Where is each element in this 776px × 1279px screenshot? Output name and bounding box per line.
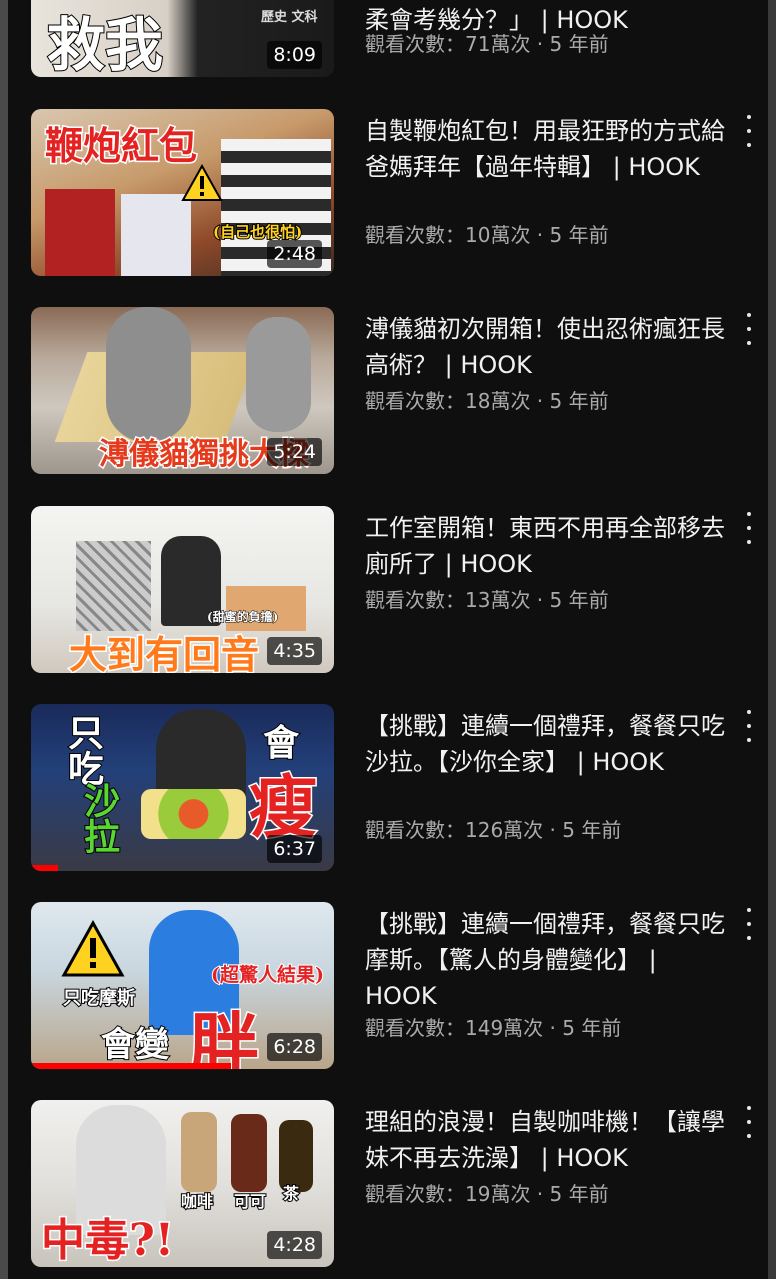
video-thumbnail[interactable]: 鞭炮紅包 (自己也很怕) 2:48 <box>31 109 334 276</box>
video-item[interactable]: 救我 歷史 文科 8:09 柔會考幾分？」 | HOOK 觀看次數：71萬次 ·… <box>0 0 776 80</box>
warning-icon <box>61 920 125 977</box>
thumbnail-caption: 沙拉 <box>77 781 121 855</box>
video-meta: 觀看次數：126萬次 · 5 年前 <box>365 818 622 842</box>
duration-badge: 6:37 <box>267 835 322 863</box>
video-thumbnail[interactable]: 救我 歷史 文科 8:09 <box>31 0 334 77</box>
video-item[interactable]: 只吃摩斯 會變 胖 (超驚人結果) 6:28 【挑戰】連續一個禮拜，餐餐只吃摩斯… <box>0 902 776 1072</box>
thumbnail-caption: 大到有回音 <box>67 631 260 674</box>
watch-progress-bar <box>31 1063 231 1069</box>
video-thumbnail[interactable]: 溥儀貓獨挑大樑 5:24 <box>31 307 334 474</box>
thumbnail-label: 可可 <box>233 1191 267 1212</box>
bottle-coffee <box>181 1112 217 1192</box>
person-figure <box>121 194 191 276</box>
thumbnail-caption-small: (甜蜜的負擔) <box>206 610 279 625</box>
video-title[interactable]: 自製鞭炮紅包！用最狂野的方式給爸媽拜年【過年特輯】 | HOOK <box>365 113 725 185</box>
duration-badge: 2:48 <box>267 240 322 268</box>
more-options-icon[interactable] <box>740 1106 758 1138</box>
video-thumbnail[interactable]: 只吃 沙拉 會 瘦 6:37 <box>31 704 334 871</box>
video-item[interactable]: 溥儀貓獨挑大樑 5:24 溥儀貓初次開箱！使出忍術瘋狂長高術？ | HOOK 觀… <box>0 307 776 477</box>
thumbnail-caption: 救我 <box>46 10 164 77</box>
thumbnail-caption: 中毒?! <box>39 1214 175 1268</box>
more-options-icon[interactable] <box>740 908 758 940</box>
thumbnail-caption: 鞭炮紅包 <box>43 122 198 170</box>
thumbnail-caption: 只吃 <box>61 713 105 787</box>
video-item[interactable]: 大到有回音 (甜蜜的負擔) 4:35 工作室開箱！東西不用再全部移去廁所了 | … <box>0 506 776 676</box>
chair-object <box>76 541 151 631</box>
video-item[interactable]: 鞭炮紅包 (自己也很怕) 2:48 自製鞭炮紅包！用最狂野的方式給爸媽拜年【過年… <box>0 109 776 279</box>
thumbnail-caption: 胖 <box>188 1003 261 1070</box>
salad-bowl <box>141 789 246 839</box>
duration-badge: 6:28 <box>267 1033 322 1061</box>
thumbnail-caption: 會變 <box>100 1024 170 1066</box>
thumbnail-label: 茶 <box>282 1183 300 1204</box>
video-thumbnail[interactable]: 大到有回音 (甜蜜的負擔) 4:35 <box>31 506 334 673</box>
more-options-icon[interactable] <box>740 115 758 147</box>
video-title[interactable]: 理組的浪漫！自製咖啡機！【讓學妹不再去洗澡】 | HOOK <box>365 1104 725 1176</box>
video-meta: 觀看次數：18萬次 · 5 年前 <box>365 389 609 413</box>
video-meta: 觀看次數：10萬次 · 5 年前 <box>365 223 609 247</box>
video-list: 救我 歷史 文科 8:09 柔會考幾分？」 | HOOK 觀看次數：71萬次 ·… <box>0 0 776 1279</box>
thumbnail-caption-small: 歷史 文科 <box>261 10 318 25</box>
thumbnail-caption-small: (自己也很怕) <box>212 222 303 242</box>
video-thumbnail[interactable]: 只吃摩斯 會變 胖 (超驚人結果) 6:28 <box>31 902 334 1069</box>
person-figure <box>45 189 115 276</box>
watch-progress-bar <box>31 865 59 871</box>
thumbnail-caption: 只吃摩斯 <box>62 987 136 1010</box>
video-item[interactable]: 咖啡 可可 茶 中毒?! 4:28 理組的浪漫！自製咖啡機！【讓學妹不再去洗澡】… <box>0 1100 776 1270</box>
video-meta: 觀看次數：13萬次 · 5 年前 <box>365 588 609 612</box>
duration-badge: 8:09 <box>267 41 322 69</box>
cat-figure <box>246 317 311 432</box>
video-meta: 觀看次數：19萬次 · 5 年前 <box>365 1182 609 1206</box>
duration-badge: 4:28 <box>267 1231 322 1259</box>
video-title[interactable]: 工作室開箱！東西不用再全部移去廁所了 | HOOK <box>365 510 725 582</box>
warning-icon <box>181 164 223 201</box>
video-title[interactable]: 溥儀貓初次開箱！使出忍術瘋狂長高術？ | HOOK <box>365 311 725 383</box>
more-options-icon[interactable] <box>740 512 758 544</box>
thumbnail-label: 咖啡 <box>180 1191 214 1212</box>
video-meta: 觀看次數：71萬次 · 5 年前 <box>365 32 609 56</box>
video-meta: 觀看次數：149萬次 · 5 年前 <box>365 1016 622 1040</box>
video-title[interactable]: 【挑戰】連續一個禮拜，餐餐只吃沙拉。【沙你全家】 | HOOK <box>365 708 725 780</box>
more-options-icon[interactable] <box>740 710 758 742</box>
video-title[interactable]: 【挑戰】連續一個禮拜，餐餐只吃摩斯。【驚人的身體變化】 | HOOK <box>365 906 725 1014</box>
cat-figure <box>106 307 191 442</box>
thumbnail-caption-small: (超驚人結果) <box>210 963 325 987</box>
more-options-icon[interactable] <box>740 313 758 345</box>
duration-badge: 4:35 <box>267 637 322 665</box>
video-thumbnail[interactable]: 咖啡 可可 茶 中毒?! 4:28 <box>31 1100 334 1267</box>
bottle-cocoa <box>231 1114 267 1192</box>
video-item[interactable]: 只吃 沙拉 會 瘦 6:37 【挑戰】連續一個禮拜，餐餐只吃沙拉。【沙你全家】 … <box>0 704 776 874</box>
duration-badge: 5:24 <box>267 438 322 466</box>
